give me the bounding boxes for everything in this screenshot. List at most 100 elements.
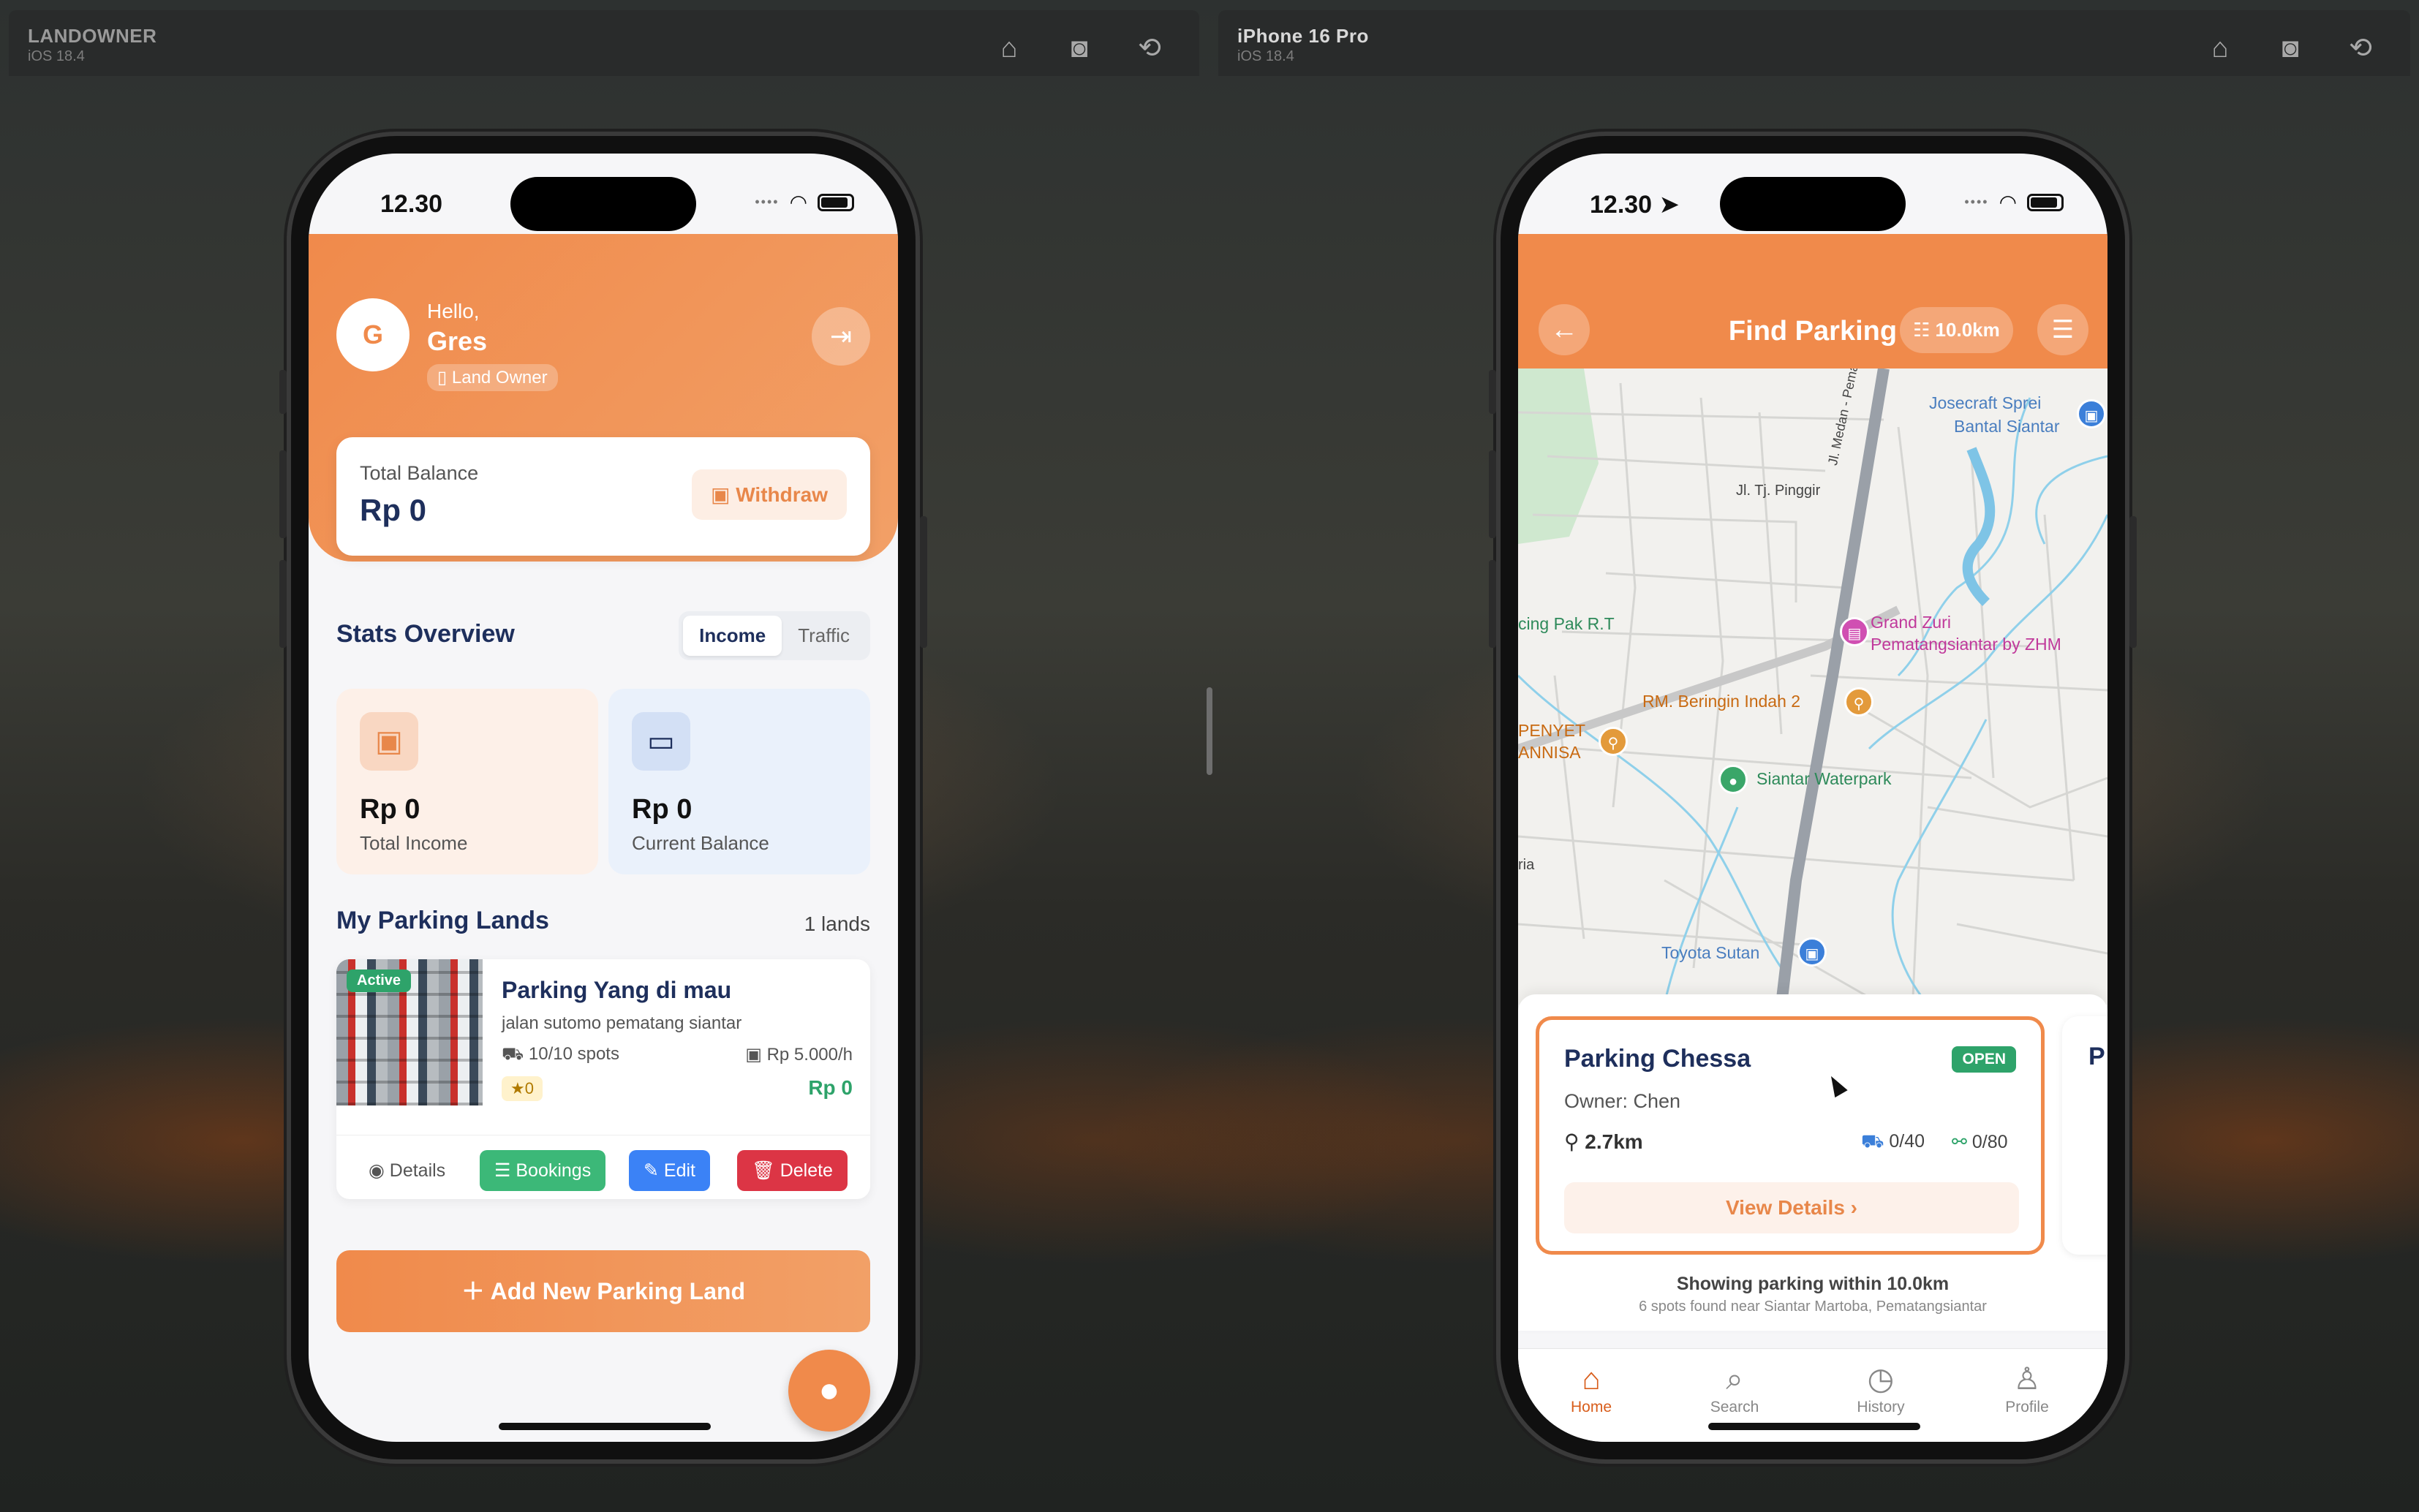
status-time: 12.30 <box>380 190 443 218</box>
phone-frame: 12.30 ➤ •••• ◠ ← Find Parking ☷ 10.0km ☰ <box>1489 132 2137 1464</box>
land-card[interactable]: Active Parking Yang di mau jalan sutomo … <box>336 959 870 1199</box>
tab-income[interactable]: Income <box>683 616 782 656</box>
land-address: jalan sutomo pematang siantar <box>502 1013 742 1033</box>
parking-card[interactable]: Parking Chessa OPEN Owner: Chen ⚲ 2.7km … <box>1536 1016 2045 1255</box>
volume-down-button <box>1489 560 1496 648</box>
home-indicator <box>1708 1423 1920 1430</box>
tab-traffic[interactable]: Traffic <box>782 616 866 656</box>
phone-screen: 12.30 •••• ◠ G Hello, Gres ▯ Land Owner … <box>309 154 898 1442</box>
power-button <box>920 516 927 648</box>
volume-down-button <box>279 560 287 648</box>
screenshot-icon[interactable]: ◙ <box>1063 32 1095 64</box>
logout-icon: ⇥ <box>829 321 853 351</box>
map-label: RM. Beringin Indah 2 <box>1642 692 1801 711</box>
chat-button[interactable]: ● <box>788 1350 870 1432</box>
parking-distance: ⚲ 2.7km <box>1564 1130 1643 1154</box>
car-slots: ⛟ 0/40 <box>1861 1131 1925 1154</box>
building-icon: ▯ <box>437 368 452 388</box>
simulator-toolbar: LANDOWNER iOS 18.4 ⌂ ◙ ⟲ <box>9 10 1199 76</box>
list-view-button[interactable]: ☰ <box>2037 304 2088 355</box>
stat-label: Current Balance <box>632 832 769 854</box>
wifi-icon: ◠ <box>1999 191 2017 213</box>
logout-button[interactable]: ⇥ <box>812 307 870 366</box>
car-icon: ⛟ <box>1861 1131 1890 1152</box>
split-divider[interactable] <box>1207 687 1212 775</box>
map-label: Pematangsiantar by ZHM <box>1871 635 2061 654</box>
side-button <box>1489 370 1496 414</box>
view-details-button[interactable]: View Details › <box>1564 1182 2019 1233</box>
user-icon: ♙ <box>2013 1361 2041 1396</box>
spots-value: 10/10 spots <box>528 1044 619 1064</box>
search-icon: ⌕ <box>1726 1361 1743 1396</box>
balance-card: Total Balance Rp 0 ▣ Withdraw <box>336 437 870 556</box>
edit-label: Edit <box>663 1160 695 1181</box>
radius-filter-button[interactable]: ☷ 10.0km <box>1900 307 2013 353</box>
results-count: 6 spots found near Siantar Martoba, Pema… <box>1639 1299 1987 1315</box>
avatar: G <box>336 298 410 371</box>
map-view[interactable]: Josecraft Sprei Bantal Siantar Jl. Tj. P… <box>1518 368 2107 1005</box>
dynamic-island <box>1720 177 1906 231</box>
trash-icon: 🗑 <box>752 1160 780 1181</box>
park-pin-icon[interactable]: ● <box>1718 765 1748 794</box>
tab-history[interactable]: ◷ History <box>1837 1359 1925 1416</box>
delete-button[interactable]: 🗑 Delete <box>737 1150 848 1191</box>
map-label: Josecraft Sprei <box>1929 393 2042 412</box>
map-label: PENYET <box>1518 721 1586 740</box>
location-pin-icon: ⚲ <box>1564 1130 1585 1153</box>
shop-pin-icon[interactable]: ▣ <box>1797 937 1827 967</box>
power-button <box>2129 516 2137 648</box>
wifi-icon: ◠ <box>789 191 807 213</box>
rotate-icon[interactable]: ⟲ <box>1133 32 1166 64</box>
status-time: 12.30 ➤ <box>1590 190 1680 219</box>
dynamic-island <box>510 177 696 231</box>
battery-icon <box>818 193 854 211</box>
screenshot-icon[interactable]: ◙ <box>2274 32 2306 64</box>
money-icon: ▣ <box>711 483 736 506</box>
land-spots: ⛟ 10/10 spots <box>502 1044 619 1066</box>
parking-card-next[interactable]: P <box>2062 1016 2107 1255</box>
home-icon[interactable]: ⌂ <box>2204 32 2236 64</box>
land-name: Parking Yang di mau <box>502 977 732 1003</box>
money-icon: ▣ <box>745 1045 767 1065</box>
list-icon: ☰ <box>494 1160 516 1181</box>
phone-frame: 12.30 •••• ◠ G Hello, Gres ▯ Land Owner … <box>279 132 927 1464</box>
simulator-toolbar: iPhone 16 Pro iOS 18.4 ⌂ ◙ ⟲ <box>1218 10 2410 76</box>
price-value: Rp 5.000/h <box>766 1045 853 1065</box>
restaurant-pin-icon[interactable]: ⚲ <box>1599 727 1628 756</box>
stats-toggle: Income Traffic <box>679 611 870 660</box>
parking-name: Parking Chessa <box>1564 1045 1751 1073</box>
signal-icon: •••• <box>755 194 780 209</box>
land-price: ▣ Rp 5.000/h <box>745 1044 853 1065</box>
withdraw-button[interactable]: ▣ Withdraw <box>692 469 847 520</box>
parking-name-partial: P <box>2088 1043 2105 1070</box>
rotate-icon[interactable]: ⟲ <box>2344 32 2377 64</box>
restaurant-pin-icon[interactable]: ⚲ <box>1844 687 1873 717</box>
map-label: cing Pak R.T <box>1518 614 1615 633</box>
bookings-button[interactable]: ☰ Bookings <box>480 1150 606 1191</box>
hotel-pin-icon[interactable]: ▤ <box>1840 617 1869 646</box>
volume-up-button <box>279 450 287 538</box>
details-button[interactable]: ◉ Details <box>354 1150 460 1191</box>
balance-value: Rp 0 <box>360 493 427 527</box>
tab-profile[interactable]: ♙ Profile <box>1983 1359 2071 1416</box>
stat-card-balance: ▭ Rp 0 Current Balance <box>608 689 870 874</box>
edit-icon: ✎ <box>644 1160 664 1181</box>
tab-home[interactable]: ⌂ Home <box>1547 1359 1635 1416</box>
land-actions: ◉ Details ☰ Bookings ✎ Edit 🗑 Delete <box>336 1135 870 1199</box>
chevron-right-icon: › <box>1844 1196 1857 1219</box>
home-icon: ⌂ <box>1582 1361 1601 1396</box>
list-icon: ☰ <box>2051 316 2075 344</box>
home-icon[interactable]: ⌂ <box>993 32 1025 64</box>
bike-slots-value: 0/80 <box>1971 1132 2008 1152</box>
add-land-button[interactable]: ＋ Add New Parking Land <box>336 1250 870 1332</box>
tab-label: Search <box>1710 1399 1759 1415</box>
bookings-label: Bookings <box>516 1160 592 1181</box>
simulator-right: iPhone 16 Pro iOS 18.4 ⌂ ◙ ⟲ 12.30 ➤ •••… <box>1218 0 2410 1512</box>
edit-button[interactable]: ✎ Edit <box>629 1150 710 1191</box>
distance-value: 2.7km <box>1585 1130 1643 1153</box>
map-label: ANNISA <box>1518 743 1581 762</box>
lands-title: My Parking Lands <box>336 907 549 934</box>
shop-pin-icon[interactable]: ▣ <box>2077 399 2106 428</box>
tab-search[interactable]: ⌕ Search <box>1691 1359 1778 1416</box>
map-label: Bantal Siantar <box>1954 417 2060 436</box>
